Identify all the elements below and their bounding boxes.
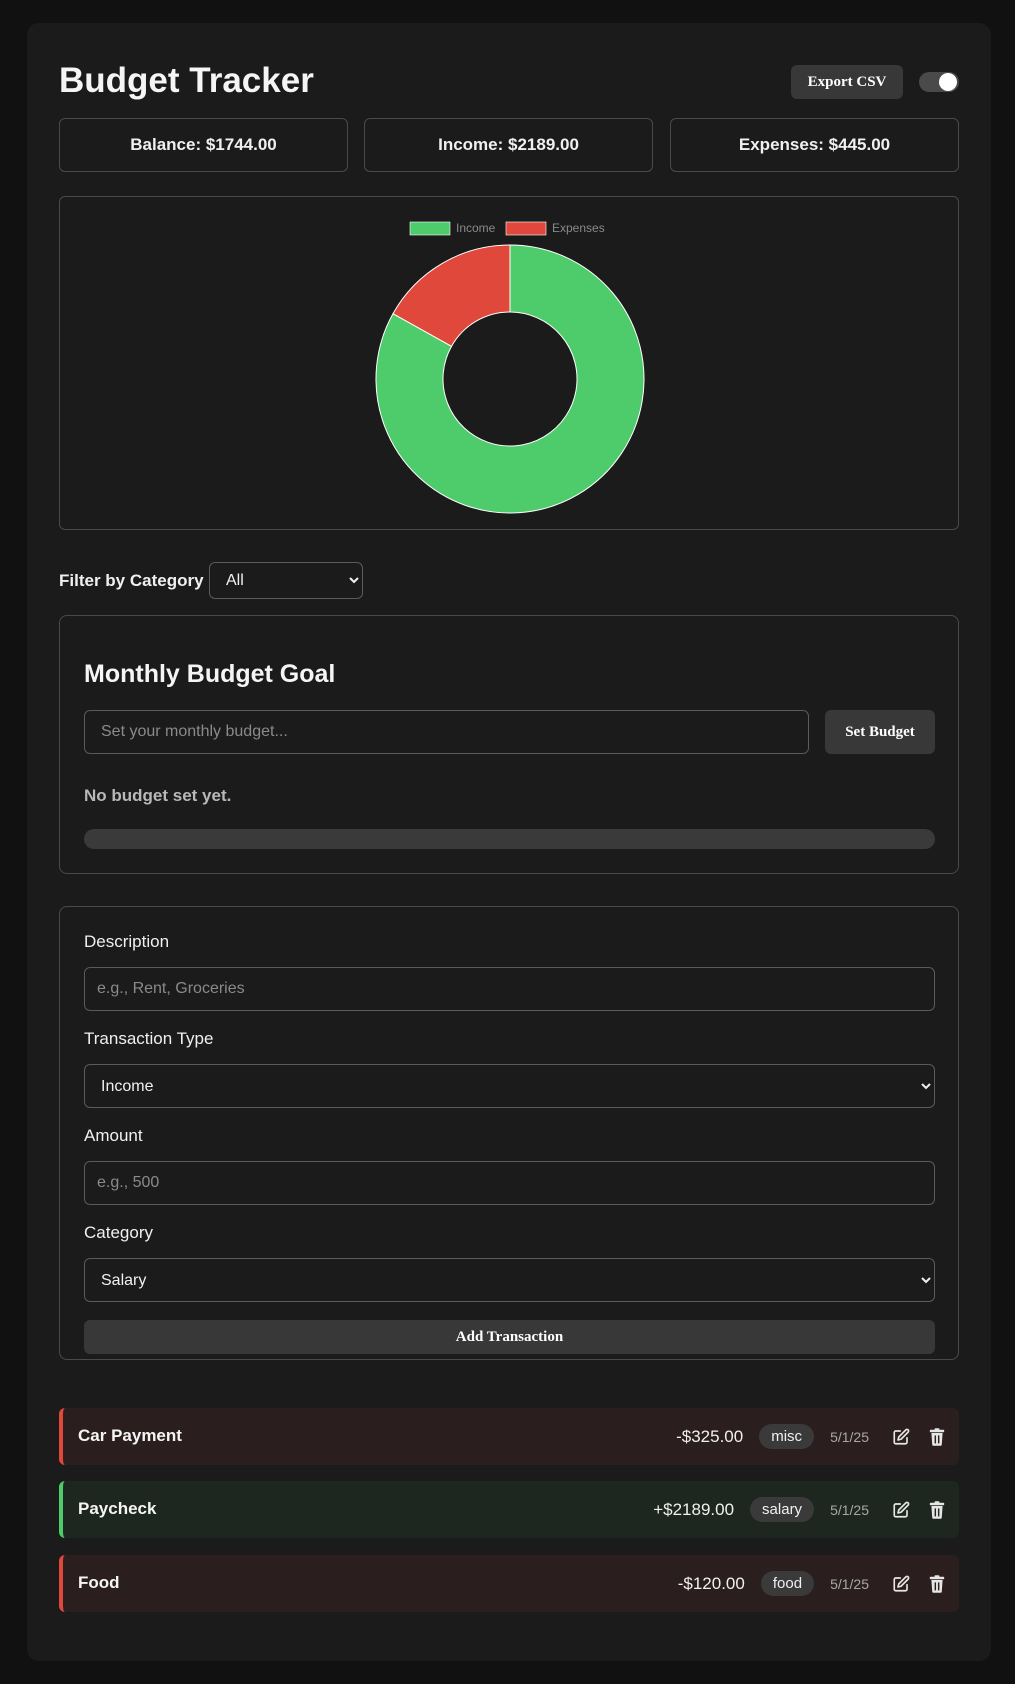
transaction-category-badge: salary (750, 1497, 815, 1522)
legend-label-income[interactable]: Income (456, 221, 496, 235)
donut-chart: Income Expenses (375, 221, 645, 514)
edit-icon[interactable] (891, 1500, 911, 1520)
amount-input[interactable] (84, 1161, 935, 1205)
chart-container: Income Expenses (59, 196, 959, 530)
category-filter-select[interactable]: All (209, 562, 363, 599)
transaction-category-badge: food (760, 1571, 815, 1596)
filter-row: Filter by Category All (59, 562, 459, 599)
balance-card: Balance: $1744.00 (59, 118, 348, 172)
transaction-description: Paycheck (78, 1499, 157, 1518)
trash-icon[interactable] (927, 1574, 947, 1594)
transaction-form: Description Transaction Type Income Amou… (59, 906, 959, 1360)
budget-title: Monthly Budget Goal (84, 660, 336, 688)
add-transaction-button[interactable]: Add Transaction (84, 1320, 935, 1354)
set-budget-button[interactable]: Set Budget (825, 710, 935, 754)
amount-label: Amount (84, 1126, 143, 1145)
transaction-category-badge: misc (759, 1424, 815, 1449)
legend-swatch-expenses[interactable] (505, 221, 547, 236)
category-label: Category (84, 1223, 153, 1242)
legend-swatch-income[interactable] (409, 221, 451, 236)
export-csv-button[interactable]: Export CSV (791, 65, 903, 99)
budget-status: No budget set yet. (84, 786, 232, 805)
transaction-description: Car Payment (78, 1426, 182, 1445)
header: Budget Tracker Export CSV (59, 55, 959, 111)
expenses-card: Expenses: $445.00 (670, 118, 959, 172)
transaction-date: 5/1/25 (830, 1575, 869, 1592)
transaction-date: 5/1/25 (830, 1501, 869, 1518)
trash-icon[interactable] (927, 1427, 947, 1447)
transaction-description: Food (78, 1573, 120, 1592)
transaction-row: Food -$120.00 food 5/1/25 (59, 1555, 959, 1612)
transaction-row: Paycheck +$2189.00 salary 5/1/25 (59, 1481, 959, 1538)
transaction-row: Car Payment -$325.00 misc 5/1/25 (59, 1408, 959, 1465)
transaction-type-select[interactable]: Income (84, 1064, 935, 1108)
description-label: Description (84, 932, 170, 951)
transaction-amount: -$325.00 (676, 1426, 744, 1446)
filter-label: Filter by Category (59, 571, 204, 590)
theme-toggle[interactable] (919, 72, 959, 92)
page-title: Budget Tracker (59, 61, 314, 100)
edit-icon[interactable] (891, 1427, 911, 1447)
app-container: Budget Tracker Export CSV Balance: $1744… (27, 23, 991, 1661)
budget-input[interactable] (84, 710, 809, 754)
category-select[interactable]: Salary (84, 1258, 935, 1302)
edit-icon[interactable] (891, 1574, 911, 1594)
description-input[interactable] (84, 967, 935, 1011)
transaction-amount: +$2189.00 (653, 1499, 735, 1519)
theme-toggle-knob (939, 73, 957, 91)
budget-progress-bar (84, 829, 935, 849)
summary-stats: Balance: $1744.00 Income: $2189.00 Expen… (59, 118, 959, 172)
transaction-type-label: Transaction Type (84, 1029, 214, 1048)
legend-label-expenses[interactable]: Expenses (552, 221, 605, 235)
budget-goal-panel: Monthly Budget Goal Set Budget No budget… (59, 615, 959, 874)
trash-icon[interactable] (927, 1500, 947, 1520)
transaction-date: 5/1/25 (830, 1428, 869, 1445)
income-card: Income: $2189.00 (364, 118, 653, 172)
transaction-amount: -$120.00 (677, 1573, 745, 1593)
